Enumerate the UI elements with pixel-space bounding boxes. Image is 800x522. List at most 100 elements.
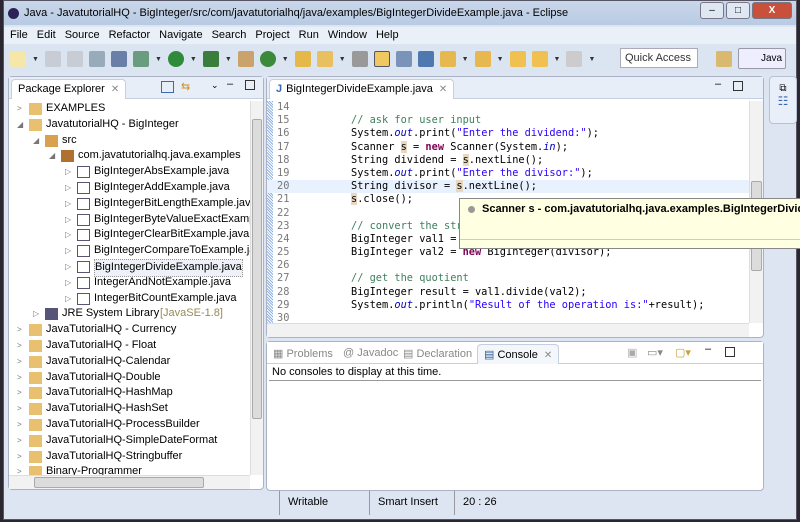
tab-problems[interactable]: ▦ Problems (273, 347, 333, 360)
minimize-icon[interactable]: – (715, 78, 721, 90)
menu-navigate[interactable]: Navigate (159, 27, 202, 44)
display-console-icon[interactable]: ▭▾ (647, 346, 663, 359)
link-editor-icon[interactable]: ⇆ (181, 80, 190, 93)
tree-item[interactable]: ▷BigIntegerClearBitExample.java (9, 227, 250, 243)
expand-arrow-icon[interactable]: ▷ (65, 212, 75, 228)
expand-arrow-icon[interactable]: > (17, 401, 27, 417)
menu-refactor[interactable]: Refactor (109, 27, 151, 44)
expand-arrow-icon[interactable]: ▷ (65, 259, 75, 275)
expand-arrow-icon[interactable]: > (17, 101, 27, 117)
tree-item[interactable]: ▷IntegerAndNotExample.java (9, 275, 250, 291)
tree-item[interactable]: >JavaTutorialHQ-SimpleDateFormat (9, 433, 250, 449)
tree-item[interactable]: ◢src (9, 133, 250, 149)
skip-breakpoints-icon[interactable] (111, 51, 127, 67)
close-icon[interactable]: ✕ (544, 350, 552, 361)
dropdown-icon[interactable]: ▼ (282, 56, 289, 63)
debug-icon[interactable] (133, 51, 149, 67)
dropdown-icon[interactable]: ▼ (32, 56, 39, 63)
menu-search[interactable]: Search (212, 27, 247, 44)
expand-arrow-icon[interactable]: > (17, 385, 27, 401)
forward-icon[interactable] (566, 51, 582, 67)
tab-console[interactable]: ▤ Console✕ (477, 344, 559, 364)
tab-declaration[interactable]: ▤ Declaration (403, 347, 472, 360)
pin-console-icon[interactable]: ▣ (627, 346, 637, 359)
tree-item[interactable]: ▷BigIntegerAbsExample.java (9, 164, 250, 180)
tree-item[interactable]: ▷BigIntegerCompareToExample.java (9, 243, 250, 259)
dropdown-icon[interactable]: ▼ (462, 56, 469, 63)
open-console-icon[interactable]: ▢▾ (675, 346, 691, 359)
maximize-button[interactable]: □ (726, 2, 750, 19)
expand-arrow-icon[interactable]: > (17, 322, 27, 338)
editor-horizontal-scrollbar[interactable] (267, 323, 749, 337)
tree-item[interactable]: ▷BigIntegerBitLengthExample.java (9, 196, 250, 212)
expand-arrow-icon[interactable]: ▷ (65, 227, 75, 243)
expand-arrow-icon[interactable]: ▷ (65, 180, 75, 196)
tab-javadoc[interactable]: @ Javadoc (343, 347, 398, 359)
tree-item[interactable]: >JavaTutorialHQ-HashMap (9, 385, 250, 401)
menu-file[interactable]: File (10, 27, 28, 44)
toggle-mark-icon[interactable] (352, 51, 368, 67)
tree-item[interactable]: ▷BigIntegerDivideExample.java (9, 259, 250, 275)
tab-package-explorer[interactable]: Package Explorer✕ (11, 79, 126, 99)
expand-arrow-icon[interactable]: > (17, 464, 27, 475)
dropdown-icon[interactable]: ▼ (554, 56, 561, 63)
expand-arrow-icon[interactable]: ▷ (65, 243, 75, 259)
menu-help[interactable]: Help (376, 27, 399, 44)
tree-item[interactable]: ◢JavatutorialHQ - BigInteger (9, 117, 250, 133)
tree-item[interactable]: >JavaTutorialHQ-Stringbuffer (9, 449, 250, 465)
collapse-all-icon[interactable] (161, 81, 174, 93)
dropdown-icon[interactable]: ▼ (339, 56, 346, 63)
tree-item[interactable]: ▷BigIntegerAddExample.java (9, 180, 250, 196)
show-whitespace-icon[interactable] (418, 51, 434, 67)
close-icon[interactable]: ✕ (111, 84, 119, 95)
tree-horizontal-scrollbar[interactable] (9, 475, 250, 489)
menu-edit[interactable]: Edit (37, 27, 56, 44)
search-icon[interactable] (317, 51, 333, 67)
new-icon[interactable] (10, 51, 26, 67)
minimize-icon[interactable]: – (705, 343, 711, 355)
outline-icon[interactable]: ☷ (770, 94, 796, 108)
tree-item[interactable]: >JavaTutorialHQ-ProcessBuilder (9, 417, 250, 433)
tree-item[interactable]: >JavaTutorialHQ-Calendar (9, 354, 250, 370)
dropdown-icon[interactable]: ▼ (497, 56, 504, 63)
next-annotation-icon[interactable] (440, 51, 456, 67)
expand-arrow-icon[interactable]: ▷ (65, 196, 75, 212)
maximize-icon[interactable] (733, 81, 743, 91)
tree-item[interactable]: >Binary-Programmer (9, 464, 250, 475)
tree-item[interactable]: >EXAMPLES (9, 101, 250, 117)
expand-arrow-icon[interactable]: ◢ (49, 148, 59, 164)
expand-arrow-icon[interactable]: ◢ (33, 133, 43, 149)
expand-arrow-icon[interactable]: ▷ (65, 291, 75, 307)
tree-item[interactable]: ▷IntegerBitCountExample.java (9, 291, 250, 307)
close-icon[interactable]: ✕ (439, 84, 447, 95)
save-all-icon[interactable] (67, 51, 83, 67)
external-tools-icon[interactable] (203, 51, 219, 67)
expand-arrow-icon[interactable]: > (17, 433, 27, 449)
expand-arrow-icon[interactable]: ◢ (17, 117, 27, 133)
minimize-button[interactable]: – (700, 2, 724, 19)
maximize-icon[interactable] (245, 80, 255, 90)
tree-item[interactable]: >JavaTutorialHQ-HashSet (9, 401, 250, 417)
expand-arrow-icon[interactable]: > (17, 338, 27, 354)
expand-arrow-icon[interactable]: > (17, 370, 27, 386)
menu-run[interactable]: Run (299, 27, 319, 44)
view-menu-icon[interactable]: ⌄ (211, 80, 219, 91)
tree-item[interactable]: >JavaTutorialHQ-Double (9, 370, 250, 386)
tree-item[interactable]: ◢com.javatutorialhq.java.examples (9, 148, 250, 164)
tree-item[interactable]: ▷JRE System Library[JavaSE-1.8] (9, 306, 250, 322)
print-icon[interactable] (89, 51, 105, 67)
menu-window[interactable]: Window (328, 27, 367, 44)
tree-item[interactable]: ▷BigIntegerByteValueExactExample.java (9, 212, 250, 228)
expand-arrow-icon[interactable]: ▷ (33, 306, 43, 322)
dropdown-icon[interactable]: ▼ (225, 56, 232, 63)
toggle-highlight-icon[interactable] (374, 51, 390, 67)
dropdown-icon[interactable]: ▼ (190, 56, 197, 63)
back-icon[interactable] (532, 51, 548, 67)
expand-arrow-icon[interactable]: ▷ (65, 275, 75, 291)
dropdown-icon[interactable]: ▼ (588, 56, 595, 63)
open-type-icon[interactable] (295, 51, 311, 67)
save-icon[interactable] (45, 51, 61, 67)
java-perspective-button[interactable]: Java (738, 48, 786, 69)
menu-project[interactable]: Project (255, 27, 289, 44)
new-class-icon[interactable] (260, 51, 276, 67)
